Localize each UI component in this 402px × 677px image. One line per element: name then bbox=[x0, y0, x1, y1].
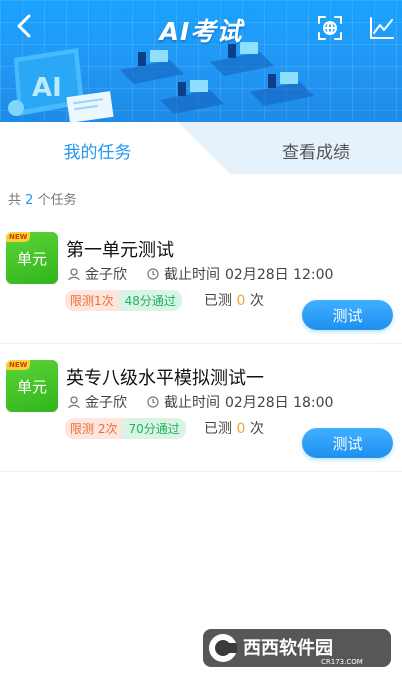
task-count: 共 2 个任务 bbox=[8, 189, 77, 208]
pass-score-badge: 70分通过 bbox=[122, 418, 186, 439]
new-badge: NEW bbox=[6, 232, 31, 242]
tab-my-tasks-label: 我的任务 bbox=[63, 143, 132, 163]
task-count-suffix: 个任务 bbox=[37, 193, 77, 208]
start-test-button[interactable]: 测试 bbox=[302, 300, 393, 330]
clock-icon bbox=[147, 396, 159, 408]
unit-icon: NEW 单元 bbox=[6, 232, 58, 284]
tab-bar: 我的任务 查看成绩 bbox=[0, 122, 402, 174]
watermark-logo: 西西软件园 CR173.COM bbox=[203, 629, 391, 667]
scan-button[interactable] bbox=[316, 14, 344, 42]
task-person-name: 金子欣 bbox=[85, 267, 127, 283]
person-icon bbox=[68, 267, 80, 280]
tested-count: 已测 0 次 bbox=[204, 418, 264, 438]
watermark-text: 西西软件园 bbox=[243, 637, 333, 659]
tested-suffix: 次 bbox=[249, 421, 264, 437]
attempt-limit-badge: 限测1次 bbox=[65, 290, 119, 311]
task-meta: 金子欣 截止时间 02月28日 12:00 bbox=[68, 264, 333, 284]
tested-count: 已测 0 次 bbox=[204, 290, 264, 310]
statistics-button[interactable] bbox=[368, 14, 396, 42]
task-person: 金子欣 bbox=[68, 392, 127, 412]
new-badge: NEW bbox=[6, 360, 31, 370]
unit-icon-label: 单元 bbox=[16, 377, 47, 396]
tested-number: 0 bbox=[236, 293, 246, 309]
classroom-desks-illustration bbox=[120, 42, 314, 114]
tested-suffix: 次 bbox=[249, 293, 264, 309]
tested-prefix: 已测 bbox=[204, 293, 232, 309]
scan-icon bbox=[318, 16, 342, 40]
task-count-number: 2 bbox=[25, 193, 34, 208]
task-person-name: 金子欣 bbox=[85, 395, 127, 411]
line-chart-icon bbox=[370, 17, 394, 39]
unit-icon: NEW 单元 bbox=[6, 360, 58, 412]
task-deadline: 截止时间 02月28日 18:00 bbox=[147, 392, 333, 412]
ai-screen-text: AI bbox=[32, 73, 62, 103]
task-badges: 限测 2次 70分通过 bbox=[65, 418, 186, 439]
attempt-limit-badge: 限测 2次 bbox=[65, 418, 123, 439]
unit-icon-label: 单元 bbox=[16, 249, 47, 268]
person-icon bbox=[68, 395, 80, 408]
tab-view-scores[interactable]: 查看成绩 bbox=[230, 122, 402, 174]
tested-prefix: 已测 bbox=[204, 421, 232, 437]
task-title: 英专八级水平模拟测试一 bbox=[66, 368, 264, 389]
tab-view-scores-label: 查看成绩 bbox=[282, 143, 350, 163]
task-deadline-value: 02月28日 18:00 bbox=[225, 395, 334, 411]
task-card[interactable]: NEW 单元 第一单元测试 金子欣 截止时间 02月28日 12:00 限测1次… bbox=[0, 226, 402, 344]
tested-number: 0 bbox=[236, 421, 246, 437]
task-person: 金子欣 bbox=[68, 264, 127, 284]
start-test-button[interactable]: 测试 bbox=[302, 428, 393, 458]
task-badges: 限测1次 48分通过 bbox=[65, 290, 182, 311]
task-deadline-label: 截止时间 bbox=[164, 267, 220, 283]
header-banner: AI AI考试 bbox=[0, 0, 402, 128]
pass-score-badge: 48分通过 bbox=[118, 290, 182, 311]
clock-icon bbox=[147, 268, 159, 280]
task-deadline-label: 截止时间 bbox=[164, 395, 220, 411]
task-deadline-value: 02月28日 12:00 bbox=[225, 267, 334, 283]
task-card[interactable]: NEW 单元 英专八级水平模拟测试一 金子欣 截止时间 02月28日 18:00… bbox=[0, 354, 402, 472]
watermark-subtext: CR173.COM bbox=[321, 658, 363, 666]
task-meta: 金子欣 截止时间 02月28日 18:00 bbox=[68, 392, 333, 412]
task-count-prefix: 共 bbox=[8, 193, 22, 208]
task-title: 第一单元测试 bbox=[66, 240, 174, 261]
task-deadline: 截止时间 02月28日 12:00 bbox=[147, 264, 333, 284]
